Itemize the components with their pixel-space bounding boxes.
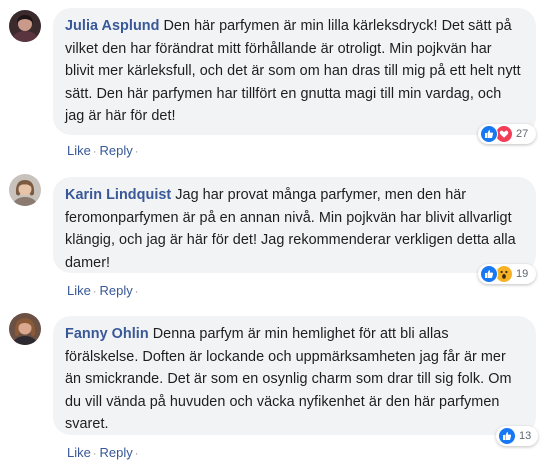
reaction-count: 27: [516, 128, 529, 140]
comment-bubble: Julia Asplund Den här parfymen är min lil…: [53, 8, 536, 135]
comment-bubble: Fanny Ohlin Denna parfym är min hemlighet…: [53, 316, 536, 435]
like-icon: [480, 125, 498, 143]
like-button[interactable]: Like: [67, 445, 91, 460]
comment-actions: Like · Reply ·: [67, 283, 141, 300]
reaction-count: 19: [516, 268, 529, 280]
like-icon: [480, 265, 498, 283]
comment-author[interactable]: Karin Lindquist: [65, 187, 171, 203]
comment-actions: Like · Reply ·: [67, 143, 141, 160]
like-icon: [498, 427, 516, 445]
reply-button[interactable]: Reply: [100, 143, 133, 158]
reactions-badge[interactable]: 13: [496, 426, 538, 446]
separator: ·: [92, 448, 97, 460]
reply-button[interactable]: Reply: [100, 283, 133, 298]
reply-button[interactable]: Reply: [100, 445, 133, 460]
avatar[interactable]: [9, 313, 41, 345]
like-button[interactable]: Like: [67, 143, 91, 158]
comment-author[interactable]: Fanny Ohlin: [65, 326, 149, 342]
comment-actions: Like · Reply ·: [67, 445, 141, 462]
comment-bubble: Karin Lindquist Jag har provat många parf…: [53, 177, 536, 273]
reaction-count: 13: [519, 430, 532, 442]
separator: ·: [134, 286, 139, 298]
avatar[interactable]: [9, 174, 41, 206]
separator: ·: [92, 286, 97, 298]
separator: ·: [92, 146, 97, 158]
like-button[interactable]: Like: [67, 283, 91, 298]
reactions-badge[interactable]: 27: [478, 124, 536, 144]
reactions-badge[interactable]: 19: [478, 264, 536, 284]
avatar[interactable]: [9, 10, 41, 42]
comment-author[interactable]: Julia Asplund: [65, 18, 159, 34]
separator: ·: [134, 146, 139, 158]
separator: ·: [134, 448, 139, 460]
